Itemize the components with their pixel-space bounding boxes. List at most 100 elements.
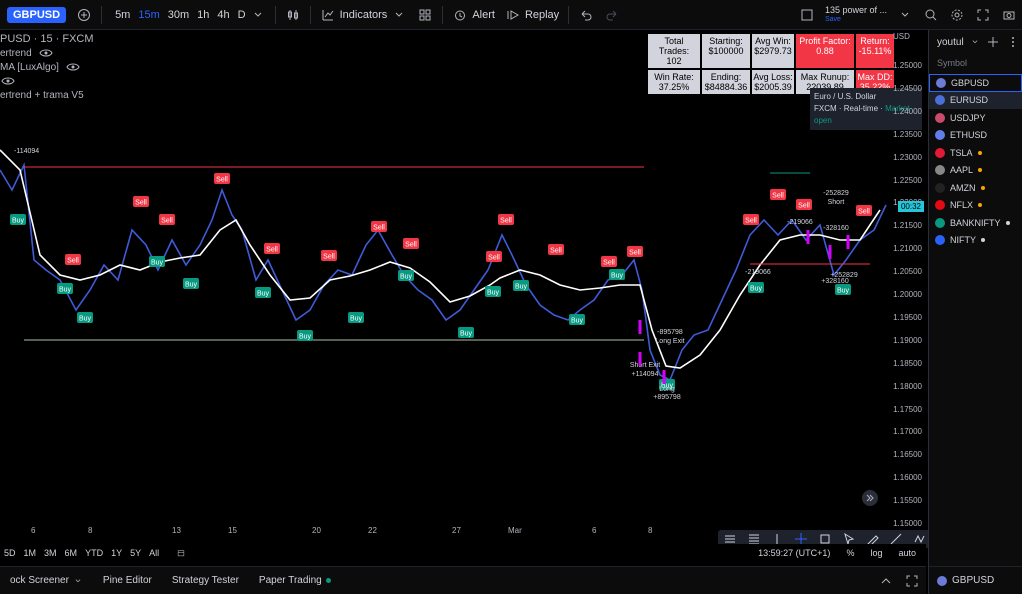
current-price-countdown: 00:32	[897, 200, 924, 212]
panel-tab[interactable]: ock Screener	[0, 573, 93, 589]
chevron-up-icon[interactable]	[878, 573, 894, 589]
time-tick-label: 6	[592, 526, 597, 535]
candles-icon	[285, 7, 301, 23]
range-1y[interactable]: 1Y	[107, 548, 126, 558]
range-5y[interactable]: 5Y	[126, 548, 145, 558]
layout-checkbox[interactable]	[794, 0, 820, 30]
eye-icon[interactable]	[65, 59, 81, 75]
range-ytd[interactable]: YTD	[81, 548, 107, 558]
time-tick-label: 15	[228, 526, 237, 535]
range-5d[interactable]: 5D	[0, 548, 20, 558]
redo-button[interactable]	[599, 0, 625, 30]
legend-indicator-4: ertrend + trama V5	[0, 88, 94, 102]
layout-menu[interactable]: 135 power of ... Save	[820, 0, 892, 30]
watchlist-item-eurusd[interactable]: EURUSD	[929, 91, 1022, 109]
range-3m[interactable]: 3M	[40, 548, 61, 558]
percent-toggle[interactable]: %	[842, 548, 858, 558]
market-status-dot	[1005, 220, 1010, 225]
watchlist-item-aapl[interactable]: AAPL	[929, 162, 1022, 180]
watchlist-item-ethusd[interactable]: ETHUSD	[929, 127, 1022, 145]
compare-button[interactable]	[71, 0, 97, 30]
search-button[interactable]	[918, 0, 944, 30]
panel-tab[interactable]: Strategy Tester	[162, 575, 249, 586]
chevron-down-icon[interactable]	[250, 7, 266, 23]
chart-type-button[interactable]	[280, 0, 306, 30]
stat-value: $2979.73	[754, 46, 792, 56]
trade-annotation: +114094	[632, 371, 659, 378]
snapshot-button[interactable]	[996, 0, 1022, 30]
timeframe-1h[interactable]: 1h	[193, 9, 213, 21]
stat-label: Profit Factor:	[799, 36, 851, 46]
templates-button[interactable]	[412, 0, 438, 30]
maximize-icon[interactable]	[904, 573, 920, 589]
timeframe-4h[interactable]: 4h	[213, 9, 233, 21]
replay-button[interactable]: Replay	[500, 0, 564, 30]
alert-button[interactable]: Alert	[447, 0, 500, 30]
watchlist-symbol: USDJPY	[950, 112, 986, 123]
range-6m[interactable]: 6M	[61, 548, 82, 558]
divider	[274, 5, 276, 24]
watchlist-column-header[interactable]: Symbol	[929, 54, 1022, 74]
watchlist-item-amzn[interactable]: AMZN	[929, 179, 1022, 197]
chart-pane[interactable]: Sell Sell Sell Sell Sell Sell Sell Sell Sell Sell…	[0, 30, 926, 542]
clock[interactable]: 13:59:27 (UTC+1)	[754, 548, 834, 558]
redo-icon	[604, 7, 620, 23]
watchlist-item-nflx[interactable]: NFLX	[929, 197, 1022, 215]
timeframe-d[interactable]: D	[234, 9, 250, 21]
price-axis[interactable]: USD 1.25000 1.24500 1.24000 1.23500 1.23000 1…	[893, 30, 926, 542]
symbol-search[interactable]: GBPUSD	[0, 0, 71, 30]
indicators-button[interactable]: Indicators	[315, 0, 413, 30]
range-all[interactable]: All	[145, 548, 163, 558]
trade-marker	[806, 230, 810, 244]
sell-signal-label: Sell	[161, 218, 173, 225]
legend-indicator-1-label: ertrend	[0, 47, 32, 59]
price-tick-label: 1.24000	[893, 106, 922, 116]
timeframe-5m[interactable]: 5m	[111, 9, 134, 21]
plus-icon[interactable]	[986, 34, 1000, 50]
log-toggle[interactable]: log	[866, 548, 886, 558]
buy-signal-label: Buy	[460, 331, 473, 338]
fullscreen-button[interactable]	[970, 0, 996, 30]
watchlist-item-usdjpy[interactable]: USDJPY	[929, 109, 1022, 127]
price-tick-label: 1.21500	[893, 221, 922, 231]
symbol-logo-icon	[936, 77, 946, 88]
watchlist-item-tsla[interactable]: TSLA	[929, 144, 1022, 162]
stat-label: Ending:	[710, 72, 742, 82]
price-tick-label: 1.17500	[893, 404, 922, 414]
market-status-dot	[981, 238, 985, 243]
chevron-down-icon	[391, 7, 407, 23]
settings-button[interactable]	[944, 0, 970, 30]
panel-tab[interactable]: Pine Editor	[93, 575, 162, 586]
eye-icon[interactable]	[0, 73, 16, 89]
calendar-range-icon[interactable]	[173, 545, 189, 561]
strategy-stats-table: Total Trades: 102 Starting: $100000 Avg Win:…	[648, 34, 894, 94]
panel-tab-label: Pine Editor	[102, 575, 152, 586]
eye-icon[interactable]	[38, 45, 54, 61]
stat-value: $2005.39	[754, 82, 792, 92]
sell-signal-label: Sell	[500, 218, 512, 225]
timeframe-30m[interactable]: 30m	[164, 9, 193, 21]
auto-toggle[interactable]: auto	[894, 548, 920, 558]
timeframe-15m[interactable]: 15m	[134, 9, 163, 21]
sell-signal-label: Sell	[405, 242, 417, 249]
watchlist-item-gbpusd[interactable]: GBPUSD	[929, 74, 1022, 92]
price-axis-currency[interactable]: USD	[893, 32, 910, 41]
panel-tab[interactable]: Paper Trading	[249, 575, 341, 586]
watchlist-items: GBPUSD EURUSD USDJPY ETHUSD TSLA AAPL AMZN NFLX…	[929, 74, 1022, 249]
fullscreen-icon	[975, 7, 991, 23]
watchlist-name[interactable]: youtul	[937, 37, 964, 48]
stat-label: Total Trades:	[658, 36, 690, 56]
undo-button[interactable]	[573, 0, 599, 30]
price-tick-label: 1.16000	[893, 473, 922, 483]
panel-tab-label: Paper Trading	[258, 575, 322, 586]
chevron-down-icon[interactable]	[970, 34, 980, 50]
scroll-to-realtime-button[interactable]	[862, 490, 878, 506]
watchlist-item-nifty[interactable]: NIFTY	[929, 232, 1022, 250]
panel-tab-label: Strategy Tester	[171, 575, 239, 586]
range-1m[interactable]: 1M	[20, 548, 41, 558]
chevron-down-icon	[897, 7, 913, 23]
watchlist-item-banknifty[interactable]: BANKNIFTY	[929, 214, 1022, 232]
layout-dropdown[interactable]	[892, 0, 918, 30]
watchlist-footer[interactable]: GBPUSD	[929, 566, 1022, 594]
more-vertical-icon[interactable]	[1006, 34, 1020, 50]
